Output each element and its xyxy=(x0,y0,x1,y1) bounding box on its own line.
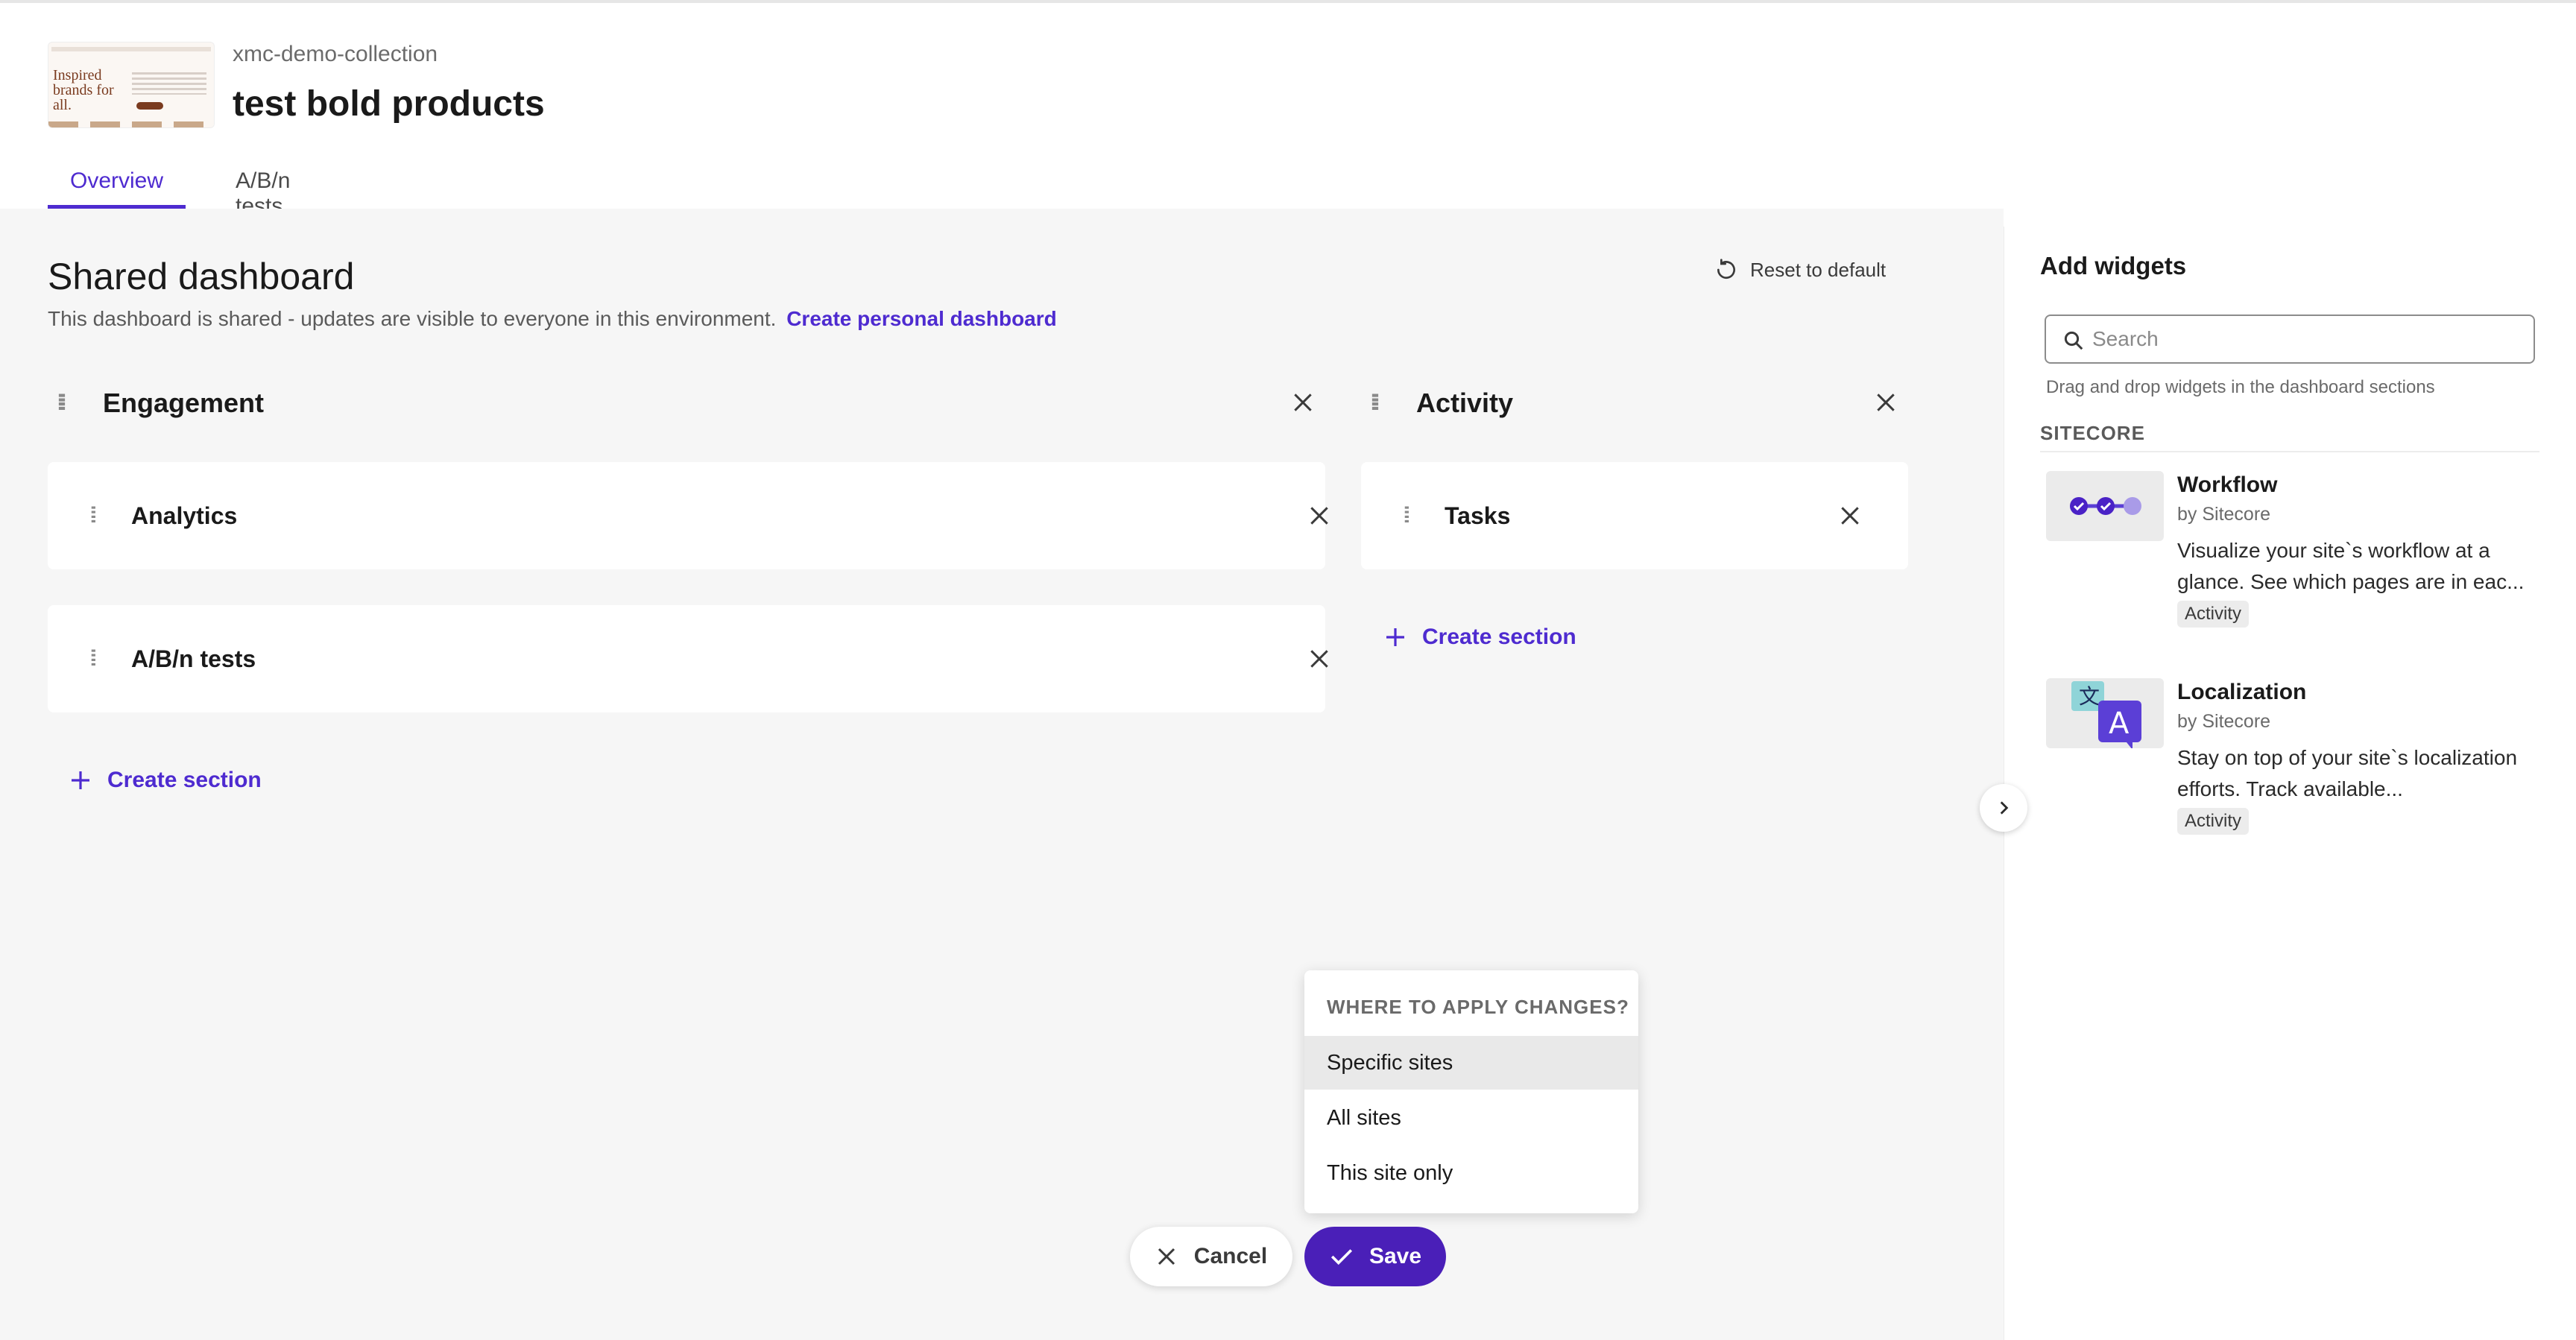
svg-text:A: A xyxy=(2109,707,2130,741)
widget-description: Visualize your site`s workflow at a glan… xyxy=(2177,539,2525,593)
column-header-engagement: ⁞⁞ Engagement xyxy=(57,388,264,419)
search-icon xyxy=(2064,331,2083,350)
widget-tag: Activity xyxy=(2177,808,2250,835)
dashboard-area: Shared dashboard This dashboard is share… xyxy=(0,209,2004,1340)
workflow-icon xyxy=(2046,471,2164,541)
section-label: Analytics xyxy=(131,502,238,529)
close-icon[interactable] xyxy=(1307,504,1331,528)
add-widgets-title: Add widgets xyxy=(2040,252,2187,279)
collapse-panel-button[interactable] xyxy=(1980,784,2027,832)
cancel-label: Cancel xyxy=(1193,1244,1268,1268)
drag-handle-icon[interactable]: ⁞⁞ xyxy=(1403,503,1419,528)
close-icon xyxy=(1158,1248,1175,1265)
reset-label: Reset to default xyxy=(1750,258,1887,281)
menu-item-specific-sites[interactable]: Specific sites xyxy=(1304,1036,1638,1090)
drag-handle-icon[interactable]: ⁞⁞ xyxy=(1370,391,1386,416)
widget-author: by Sitecore xyxy=(2177,711,2271,732)
menu-item-all-sites[interactable]: All sites xyxy=(1304,1091,1638,1145)
tab-ab-tests[interactable]: A/B/n tests xyxy=(213,161,312,218)
thumbnail-button xyxy=(136,102,163,110)
thumbnail-nav-bar xyxy=(51,47,211,51)
apply-changes-menu: WHERE TO APPLY CHANGES? Specific sites A… xyxy=(1304,970,1638,1213)
close-icon[interactable] xyxy=(1838,504,1862,528)
widget-group-label: SITECORE xyxy=(2040,422,2539,452)
close-icon[interactable] xyxy=(1874,391,1898,414)
thumbnail-footer xyxy=(48,121,214,127)
column-title: Activity xyxy=(1416,388,1514,418)
cancel-button[interactable]: Cancel xyxy=(1130,1227,1292,1286)
section-label: A/B/n tests xyxy=(131,645,256,672)
collection-name: xmc-demo-collection xyxy=(233,42,438,66)
check-icon xyxy=(1330,1249,1353,1265)
site-thumbnail: Inspired brands for all. xyxy=(48,42,215,128)
localization-icon: 文 A xyxy=(2046,678,2164,750)
dashboard-subtitle: This dashboard is shared - updates are v… xyxy=(48,307,1057,331)
widget-name: Workflow xyxy=(2177,473,2278,497)
svg-text:文: 文 xyxy=(2079,684,2100,709)
thumbnail-text: Inspired brands for all. xyxy=(53,67,114,113)
tab-overview[interactable]: Overview xyxy=(48,161,186,209)
column-title: Engagement xyxy=(103,388,265,418)
widget-search xyxy=(2045,315,2535,364)
create-section-label: Create section xyxy=(107,768,262,792)
widget-tag: Activity xyxy=(2177,601,2250,628)
section-card-ab-tests[interactable]: ⁞⁞ A/B/n tests xyxy=(48,605,1328,712)
reset-to-default-button[interactable]: Reset to default xyxy=(1714,258,1886,282)
drag-handle-icon[interactable]: ⁞⁞ xyxy=(89,646,106,671)
save-label: Save xyxy=(1368,1244,1422,1268)
plus-icon xyxy=(1386,628,1404,646)
drag-hint: Drag and drop widgets in the dashboard s… xyxy=(2046,377,2435,397)
create-section-button-engagement[interactable]: Create section xyxy=(69,768,262,793)
dashboard-subtitle-text: This dashboard is shared - updates are v… xyxy=(48,307,777,330)
menu-heading: WHERE TO APPLY CHANGES? xyxy=(1327,996,1629,1018)
widget-description: Stay on top of your site`s localization … xyxy=(2177,746,2518,800)
drag-handle-icon[interactable]: ⁞⁞ xyxy=(57,391,73,416)
widget-author: by Sitecore xyxy=(2177,504,2271,525)
widget-localization[interactable]: 文 A Localization by Sitecore Stay on top… xyxy=(2046,678,2538,842)
drag-handle-icon[interactable]: ⁞⁞ xyxy=(89,503,106,528)
add-widgets-panel: Add widgets Drag and drop widgets in the… xyxy=(2004,227,2576,1340)
page-title: test bold products xyxy=(233,84,545,124)
create-personal-dashboard-link[interactable]: Create personal dashboard xyxy=(786,307,1057,330)
chevron-right-icon xyxy=(2000,801,2009,815)
page-header: Inspired brands for all. xmc-demo-collec… xyxy=(0,3,2576,218)
close-icon[interactable] xyxy=(1291,391,1315,414)
plus-icon xyxy=(72,771,89,789)
search-input[interactable] xyxy=(2092,327,2534,351)
close-icon[interactable] xyxy=(1307,647,1331,671)
widget-workflow[interactable]: Workflow by Sitecore Visualize your site… xyxy=(2046,471,2538,635)
widget-name: Localization xyxy=(2177,680,2307,704)
section-card-tasks[interactable]: ⁞⁞ Tasks xyxy=(1361,462,1908,569)
section-label: Tasks xyxy=(1445,502,1511,529)
column-header-activity: ⁞⁞ Activity xyxy=(1370,388,1513,419)
menu-item-this-site-only[interactable]: This site only xyxy=(1304,1146,1638,1200)
create-section-label: Create section xyxy=(1422,625,1576,649)
thumbnail-lines xyxy=(132,72,206,95)
create-section-button-activity[interactable]: Create section xyxy=(1383,625,1576,650)
dashboard-title: Shared dashboard xyxy=(48,256,355,297)
section-card-analytics[interactable]: ⁞⁞ Analytics xyxy=(48,462,1328,569)
save-button[interactable]: Save xyxy=(1304,1227,1446,1286)
reset-icon xyxy=(1717,259,1735,279)
